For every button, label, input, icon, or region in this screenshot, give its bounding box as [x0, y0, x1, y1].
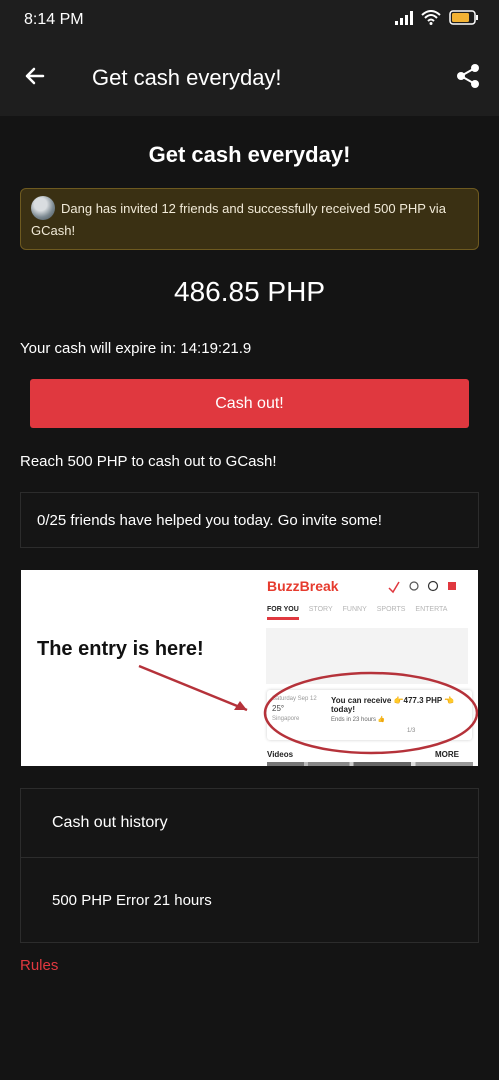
cash-out-button[interactable]: Cash out!: [30, 379, 469, 428]
page-heading: Get cash everyday!: [148, 142, 351, 167]
cash-amount: 486.85 PHP: [174, 276, 325, 307]
expire-label: Your cash will expire in:: [20, 340, 177, 357]
signal-icon: [395, 10, 413, 30]
promo-header-icons: [388, 580, 456, 594]
friends-helped-text: 0/25 friends have helped you today. Go i…: [37, 511, 382, 529]
promo-annotation: [138, 580, 478, 755]
expire-countdown: 14:19:21.9: [180, 340, 252, 357]
promo-arrow: [138, 664, 248, 712]
rules-link[interactable]: Rules: [20, 957, 58, 974]
promo-image: The entry is here! BuzzBreak FOR YOU STO…: [21, 570, 478, 766]
app-bar: Get cash everyday!: [0, 40, 499, 116]
cash-out-history: Cash out history 500 PHP Error 21 hours: [20, 788, 479, 943]
invite-banner-text: Dang has invited 12 friends and successf…: [31, 201, 446, 238]
cash-out-history-title: Cash out history: [21, 789, 478, 858]
friends-helped-box[interactable]: 0/25 friends have helped you today. Go i…: [20, 492, 479, 548]
wifi-icon: [421, 10, 441, 30]
history-status: Error: [116, 891, 150, 909]
expire-text: Your cash will expire in: 14:19:21.9: [20, 340, 251, 357]
status-bar: 8:14 PM: [0, 0, 499, 40]
share-button[interactable]: [437, 40, 499, 116]
history-amount: 500 PHP: [52, 891, 113, 909]
avatar: [31, 196, 55, 220]
app-bar-title: Get cash everyday!: [92, 65, 282, 90]
history-time: 21 hours: [153, 891, 212, 909]
share-icon: [456, 63, 480, 94]
invite-banner: Dang has invited 12 friends and successf…: [20, 188, 479, 250]
history-row: 500 PHP Error 21 hours: [21, 858, 478, 942]
arrow-left-icon: [23, 64, 47, 93]
battery-icon: [449, 10, 479, 30]
status-time: 8:14 PM: [24, 11, 84, 28]
status-icons: [395, 10, 479, 30]
back-button[interactable]: [0, 40, 70, 116]
reach-text: Reach 500 PHP to cash out to GCash!: [20, 453, 277, 470]
promo-highlight-ellipse: [263, 671, 478, 755]
